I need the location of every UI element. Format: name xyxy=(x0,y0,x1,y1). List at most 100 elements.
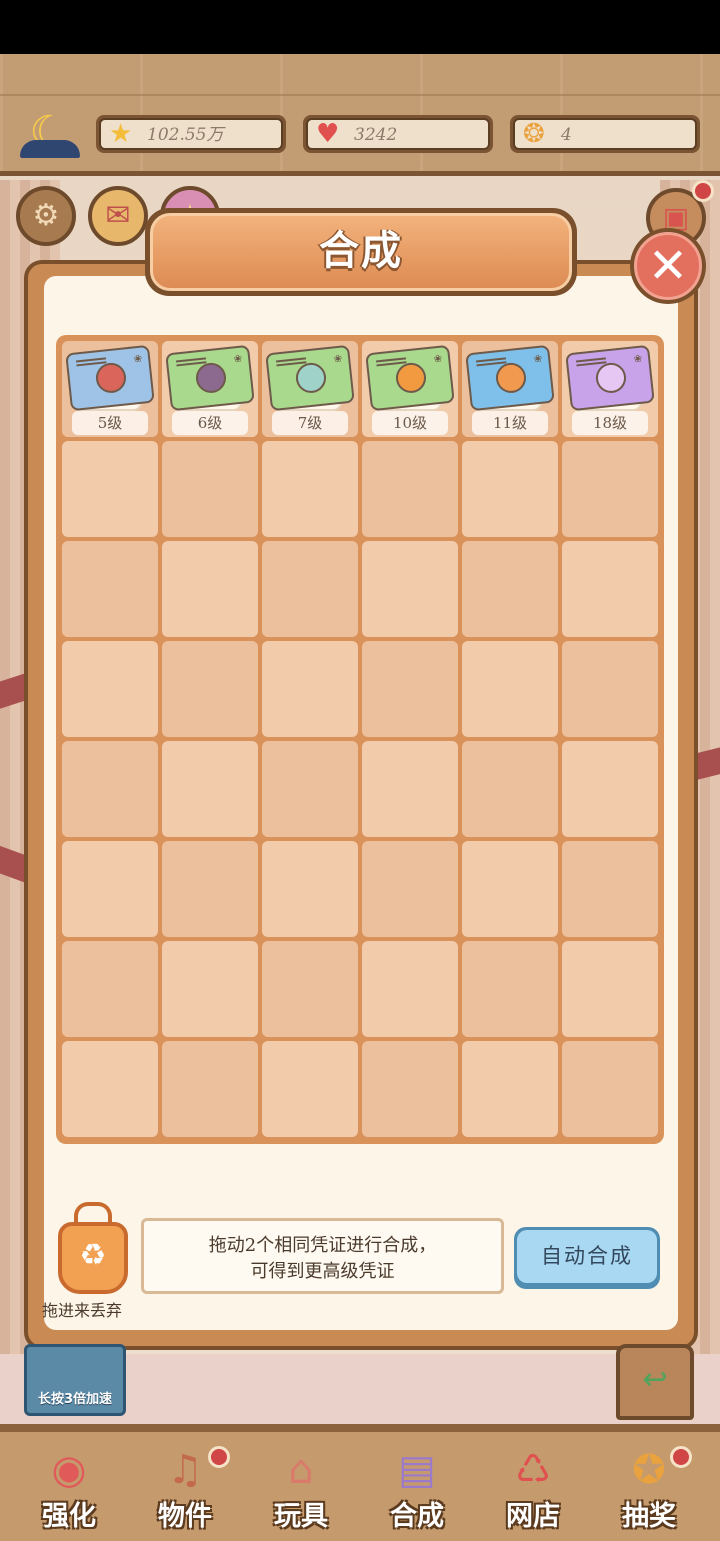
grid-cell[interactable] xyxy=(162,541,258,637)
cards-icon: ▤ xyxy=(398,1447,436,1493)
grid-cell[interactable] xyxy=(162,841,258,937)
grid-cell[interactable] xyxy=(362,741,458,837)
grid-cell[interactable] xyxy=(362,441,458,537)
grid-cell[interactable] xyxy=(62,441,158,537)
grid-cell[interactable] xyxy=(562,941,658,1037)
grid-cell[interactable] xyxy=(262,841,358,937)
grid-cell[interactable] xyxy=(562,541,658,637)
grid-cell[interactable] xyxy=(262,641,358,737)
grid-cell[interactable]: ❀ 10级 xyxy=(362,341,458,437)
objects-notification-dot xyxy=(208,1446,230,1468)
grid-cell[interactable] xyxy=(162,941,258,1037)
paw-coins-value: 4 xyxy=(561,125,572,145)
nav-item-shop[interactable]: ♺ 网店 xyxy=(478,1440,588,1536)
grid-cell[interactable] xyxy=(262,1041,358,1137)
lottery-notification-dot xyxy=(670,1446,692,1468)
card-emblem xyxy=(294,361,328,395)
grid-cell[interactable] xyxy=(462,541,558,637)
settings-button[interactable]: ⚙ xyxy=(16,186,76,246)
speed-up-button[interactable]: 长按3倍加速 xyxy=(24,1344,126,1416)
voucher-card: ❀ xyxy=(465,344,555,412)
grid-cell[interactable] xyxy=(462,1041,558,1137)
grid-cell[interactable] xyxy=(62,941,158,1037)
hint-line-1: 拖动2个相同凭证进行合成， xyxy=(208,1235,437,1256)
grid-cell[interactable] xyxy=(162,641,258,737)
auto-synthesize-button[interactable]: 自动合成 xyxy=(514,1227,660,1289)
hint-line-2: 可得到更高级凭证 xyxy=(250,1261,395,1282)
card-level: 6级 xyxy=(172,411,248,435)
grid-cell[interactable] xyxy=(162,741,258,837)
paw-coin-icon: ❂ xyxy=(523,119,545,149)
grid-cell[interactable] xyxy=(262,441,358,537)
nav-item-toys[interactable]: ⌂ 玩具 xyxy=(246,1440,356,1536)
grid-cell[interactable] xyxy=(562,841,658,937)
voucher-card: ❀ xyxy=(65,344,155,412)
grid-cell[interactable] xyxy=(62,841,158,937)
grid-cell[interactable] xyxy=(62,541,158,637)
grid-cell[interactable] xyxy=(262,941,358,1037)
hearts-value: 3242 xyxy=(354,125,398,145)
grid-cell[interactable] xyxy=(62,641,158,737)
close-button[interactable]: ✕ xyxy=(630,228,706,304)
stars-value: 102.55万 xyxy=(147,125,224,145)
nav-label: 合成 xyxy=(390,1501,444,1532)
exit-door-button[interactable]: ↩ xyxy=(616,1344,694,1420)
toy-house-icon: ⌂ xyxy=(288,1447,314,1493)
auto-synthesize-label: 自动合成 xyxy=(517,1230,657,1283)
return-arrow-icon: ↩ xyxy=(642,1362,668,1397)
card-emblem xyxy=(394,361,428,395)
mail-button[interactable]: ✉ xyxy=(88,186,148,246)
speed-up-label: 长按3倍加速 xyxy=(37,1392,113,1407)
grid-cell[interactable]: ❀ 18级 xyxy=(562,341,658,437)
grid-cell[interactable] xyxy=(62,741,158,837)
grid-cell[interactable] xyxy=(262,541,358,637)
card-emblem xyxy=(594,361,628,395)
grid-cell[interactable] xyxy=(462,741,558,837)
grid-cell[interactable] xyxy=(162,1041,258,1137)
paw-icon: ❀ xyxy=(433,353,443,366)
nav-label: 网店 xyxy=(506,1501,560,1532)
paw-icon: ❀ xyxy=(233,353,243,366)
grid-cell[interactable] xyxy=(62,1041,158,1137)
grid-cell[interactable] xyxy=(262,741,358,837)
grid-cell[interactable] xyxy=(562,741,658,837)
shop-basket-icon: ♺ xyxy=(515,1447,551,1493)
voucher-card: ❀ xyxy=(365,344,455,412)
card-level: 18级 xyxy=(572,411,648,435)
nav-item-upgrade[interactable]: ◉ 强化 xyxy=(14,1440,124,1536)
heart-icon: ♥ xyxy=(316,119,340,149)
nav-label: 抽奖 xyxy=(622,1501,676,1532)
grid-cell[interactable]: ❀ 11级 xyxy=(462,341,558,437)
grid-cell[interactable] xyxy=(362,541,458,637)
grid-cell[interactable]: ❀ 7级 xyxy=(262,341,358,437)
grid-cell[interactable] xyxy=(162,441,258,537)
night-moon-icon[interactable]: ☾ xyxy=(18,108,80,158)
grid-cell[interactable] xyxy=(462,441,558,537)
nav-label: 玩具 xyxy=(274,1501,328,1532)
gift-notification-dot xyxy=(692,180,714,202)
nav-label: 物件 xyxy=(158,1501,212,1532)
voucher-card: ❀ xyxy=(565,344,655,412)
voucher-card: ❀ xyxy=(265,344,355,412)
card-level: 11级 xyxy=(472,411,548,435)
grid-cell[interactable] xyxy=(362,641,458,737)
grid-cell[interactable]: ❀ 6级 xyxy=(162,341,258,437)
paw-icon: ❀ xyxy=(133,353,143,366)
grid-cell[interactable] xyxy=(362,1041,458,1137)
modal-title: 合成 xyxy=(150,213,572,291)
recycle-icon: ♻ xyxy=(58,1222,128,1294)
grid-cell[interactable]: ❀ 5级 xyxy=(62,341,158,437)
card-level: 7级 xyxy=(272,411,348,435)
nav-label: 强化 xyxy=(42,1501,96,1532)
grid-cell[interactable] xyxy=(362,941,458,1037)
trash-bin[interactable]: ♻ xyxy=(58,1202,128,1294)
nav-item-synthesis[interactable]: ▤ 合成 xyxy=(362,1440,472,1536)
grid-cell[interactable] xyxy=(462,941,558,1037)
grid-cell[interactable] xyxy=(462,641,558,737)
currency-stars: ★ 102.55万 xyxy=(96,115,286,153)
grid-cell[interactable] xyxy=(562,1041,658,1137)
grid-cell[interactable] xyxy=(562,441,658,537)
grid-cell[interactable] xyxy=(562,641,658,737)
grid-cell[interactable] xyxy=(462,841,558,937)
grid-cell[interactable] xyxy=(362,841,458,937)
